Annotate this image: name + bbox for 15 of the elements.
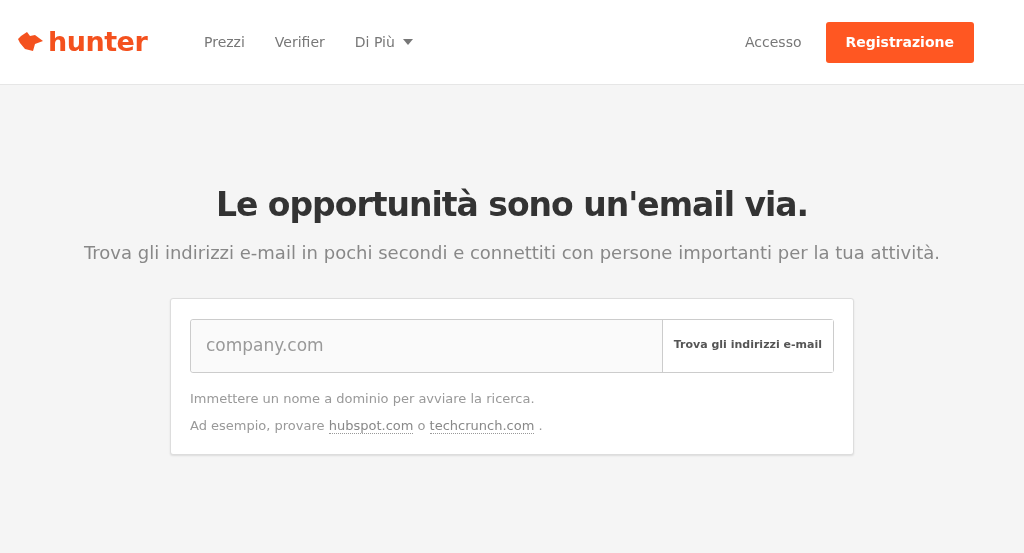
hero-subtitle: Trova gli indirizzi e-mail in pochi secondi e connettiti con persone importanti per la tua attività. bbox=[84, 240, 940, 265]
dropdown-link[interactable]: Di Più bbox=[354, 31, 413, 53]
caret-icon bbox=[402, 39, 413, 45]
login-link[interactable]: Accesso bbox=[745, 31, 802, 53]
hint-text: Immettere un nome a dominio per avviare la ricerca. bbox=[190, 389, 536, 408]
search-field[interactable]: company.com Trova gli indirizzi e-mail bbox=[190, 318, 834, 373]
example-link[interactable]: techcrunch.com bbox=[429, 418, 535, 435]
logo-text[interactable]: hunter bbox=[48, 21, 148, 63]
nav-link[interactable]: Verifier bbox=[274, 31, 325, 53]
nav-link[interactable]: Prezzi bbox=[204, 31, 245, 53]
hero-title: Le opportunità sono un'email via. bbox=[215, 185, 809, 225]
signup-button[interactable]: Registrazione bbox=[825, 21, 974, 63]
example-link[interactable]: hubspot.com bbox=[328, 418, 414, 435]
example-text: Ad esempio, provare hubspot.com o techcrunch.com . bbox=[190, 417, 544, 436]
find-emails-button[interactable]: Trova gli indirizzi e-mail bbox=[661, 319, 833, 372]
